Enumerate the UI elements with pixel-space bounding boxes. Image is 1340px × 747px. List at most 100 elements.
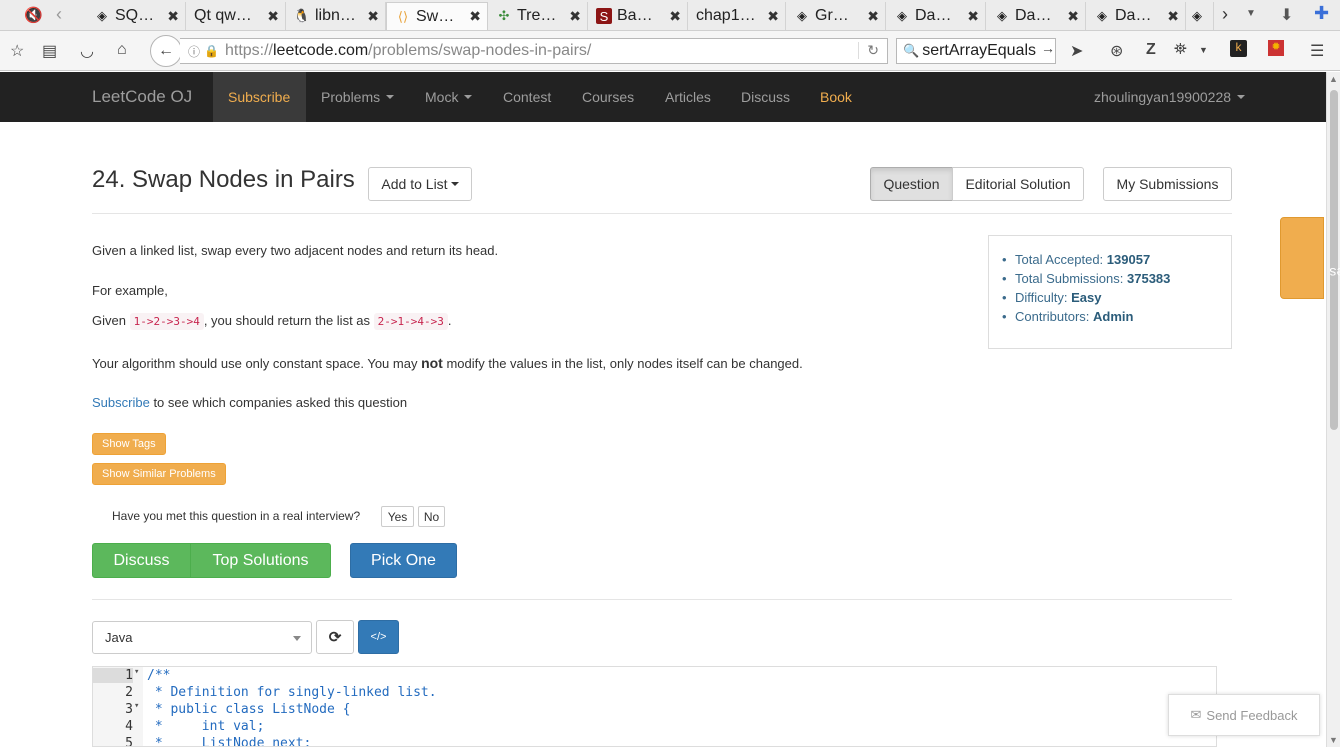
tab-tree[interactable]: ✣ Tre… ✖	[488, 2, 588, 30]
code-line[interactable]: 2 * Definition for singly-linked list.	[93, 685, 1216, 702]
scroll-up-icon[interactable]: ▲	[1329, 74, 1338, 84]
nav-courses[interactable]: Courses	[582, 72, 634, 122]
code-line[interactable]: 3 ▾ * public class ListNode {	[93, 701, 1216, 719]
search-bar[interactable]: 🔍 sertArrayEquals	[896, 38, 1056, 64]
top-solutions-button[interactable]: Top Solutions	[190, 543, 331, 578]
tab-gr[interactable]: ◈ Gr… ✖	[786, 2, 886, 30]
brand-logo[interactable]: LeetCode OJ	[92, 87, 192, 107]
tab-ba[interactable]: S Ba… ✖	[588, 2, 688, 30]
browser-navigation-bar: ☆ ▤ ◡ ⌂ ← ⓘ 🔒 https:// leetcode.com /pro…	[0, 31, 1340, 71]
url-path: /problems/swap-nodes-in-pairs/	[368, 42, 592, 59]
interview-yes-button[interactable]: Yes	[381, 506, 414, 527]
constraint-text: Your algorithm should use only constant …	[92, 355, 803, 371]
new-tab-icon[interactable]: ✚	[1314, 3, 1329, 24]
tab-leetcode-active[interactable]: ⟨⟩ Sw… ✖	[386, 2, 488, 30]
divider	[92, 213, 1232, 214]
close-icon[interactable]: ✖	[767, 8, 779, 25]
nav-user-menu[interactable]: zhoulingyan19900228	[1094, 72, 1246, 122]
stat-contributors: Contributors: Admin	[1002, 309, 1231, 324]
tab-da-3[interactable]: ◈ Da… ✖	[1086, 2, 1186, 30]
tab-scroll-left-icon[interactable]: ‹	[56, 4, 62, 25]
code-icon: </>	[370, 631, 387, 643]
nav-discuss[interactable]: Discuss	[741, 72, 790, 122]
notes-tab[interactable]: ▢ Notes	[1280, 217, 1340, 299]
tab-editorial-solution[interactable]: Editorial Solution	[952, 167, 1084, 201]
tab-question[interactable]: Question	[870, 167, 953, 201]
extension-k-icon[interactable]: k	[1230, 40, 1247, 57]
nav-articles[interactable]: Articles	[665, 72, 711, 122]
close-icon[interactable]: ✖	[569, 8, 581, 25]
close-icon[interactable]: ✖	[267, 8, 279, 25]
nav-book[interactable]: Book	[820, 72, 852, 122]
tab-chap1[interactable]: chap1… ✖	[688, 2, 786, 30]
tab-da-2[interactable]: ◈ Da… ✖	[986, 2, 1086, 30]
code-line[interactable]: 5 * ListNode next;	[93, 736, 1216, 746]
close-icon[interactable]: ✖	[469, 8, 481, 25]
search-go-icon[interactable]: →	[1041, 40, 1055, 56]
caret-down-icon	[386, 95, 395, 99]
address-bar[interactable]: ⓘ 🔒 https:// leetcode.com /problems/swap…	[180, 38, 888, 64]
discuss-button[interactable]: Discuss	[92, 543, 191, 578]
fold-icon[interactable]: ▾	[134, 667, 139, 677]
info-icon: ⓘ	[188, 44, 201, 59]
nav-problems[interactable]: Problems	[321, 72, 395, 122]
tab-overflow[interactable]: ◈	[1186, 2, 1214, 30]
caret-down-icon	[1237, 95, 1246, 99]
editor-settings-button[interactable]: </>	[358, 620, 399, 654]
reading-list-icon[interactable]: ▤	[42, 41, 57, 61]
extension-globe-icon[interactable]: ⊛	[1110, 41, 1123, 61]
tab-list-icon[interactable]: ▼	[1246, 8, 1256, 19]
back-button[interactable]: ←	[150, 35, 182, 67]
close-icon[interactable]: ✖	[367, 8, 379, 25]
nav-contest[interactable]: Contest	[503, 72, 551, 122]
caret-down-icon	[464, 95, 473, 99]
send-icon[interactable]: ➤	[1070, 41, 1083, 61]
show-tags-button[interactable]: Show Tags	[92, 433, 166, 455]
search-icon: 🔍	[903, 43, 920, 58]
my-submissions-button[interactable]: My Submissions	[1103, 167, 1232, 201]
url-scheme: https://	[224, 42, 273, 59]
pick-one-button[interactable]: Pick One	[350, 543, 457, 578]
reset-code-button[interactable]: ⟳	[316, 620, 354, 654]
code-line[interactable]: 1 ▾ /**	[93, 667, 1216, 685]
send-feedback-button[interactable]: ✉ Send Feedback	[1168, 694, 1320, 736]
close-icon[interactable]: ✖	[967, 8, 979, 25]
home-icon[interactable]: ⌂	[117, 41, 127, 59]
nav-mock[interactable]: Mock	[425, 72, 473, 122]
reload-icon[interactable]: ↻	[858, 42, 879, 59]
diamond-icon: ◈	[997, 8, 1007, 23]
diamond-icon: ◈	[897, 8, 907, 23]
extension-sun-icon[interactable]: ✹	[1268, 40, 1284, 56]
subscribe-link[interactable]: Subscribe	[92, 395, 150, 410]
show-similar-problems-button[interactable]: Show Similar Problems	[92, 463, 226, 485]
fold-icon[interactable]: ▾	[134, 701, 139, 711]
bookmark-star-icon[interactable]: ☆	[10, 41, 24, 61]
pocket-icon[interactable]: ◡	[80, 41, 94, 61]
zotero-icon[interactable]: Z	[1146, 41, 1156, 59]
extension-user-icon[interactable]: ⛯	[1174, 41, 1187, 59]
muted-audio-icon[interactable]: 🔇	[24, 6, 43, 24]
add-to-list-button[interactable]: Add to List	[368, 167, 472, 201]
close-icon[interactable]: ✖	[669, 8, 681, 25]
code-editor[interactable]: 1 ▾ /** 2 * Definition for singly-linked…	[92, 666, 1217, 747]
code-line[interactable]: 4 * int val;	[93, 719, 1216, 736]
scroll-down-icon[interactable]: ▼	[1329, 735, 1338, 745]
close-icon[interactable]: ✖	[167, 8, 179, 25]
tab-da-1[interactable]: ◈ Da… ✖	[886, 2, 986, 30]
language-select[interactable]: Java	[92, 621, 312, 654]
tab-libn[interactable]: 🐧 libn… ✖	[286, 2, 386, 30]
close-icon[interactable]: ✖	[1067, 8, 1079, 25]
scrollbar-thumb[interactable]	[1330, 90, 1338, 430]
close-icon[interactable]: ✖	[1167, 8, 1179, 25]
search-value: sertArrayEquals	[922, 42, 1037, 59]
page-scrollbar[interactable]: ▲ ▼	[1326, 72, 1340, 747]
download-icon[interactable]: ⬇	[1280, 5, 1293, 25]
hamburger-menu-icon[interactable]: ☰	[1310, 41, 1324, 61]
tab-sql[interactable]: ◈ SQ… ✖	[86, 2, 186, 30]
tab-scroll-right-icon[interactable]: ›	[1222, 4, 1228, 25]
interview-no-button[interactable]: No	[418, 506, 445, 527]
tab-qt[interactable]: Qt qw… ✖	[186, 2, 286, 30]
nav-subscribe[interactable]: Subscribe	[213, 72, 306, 122]
close-icon[interactable]: ✖	[867, 8, 879, 25]
extension-menu-icon[interactable]: ▼	[1199, 45, 1208, 55]
